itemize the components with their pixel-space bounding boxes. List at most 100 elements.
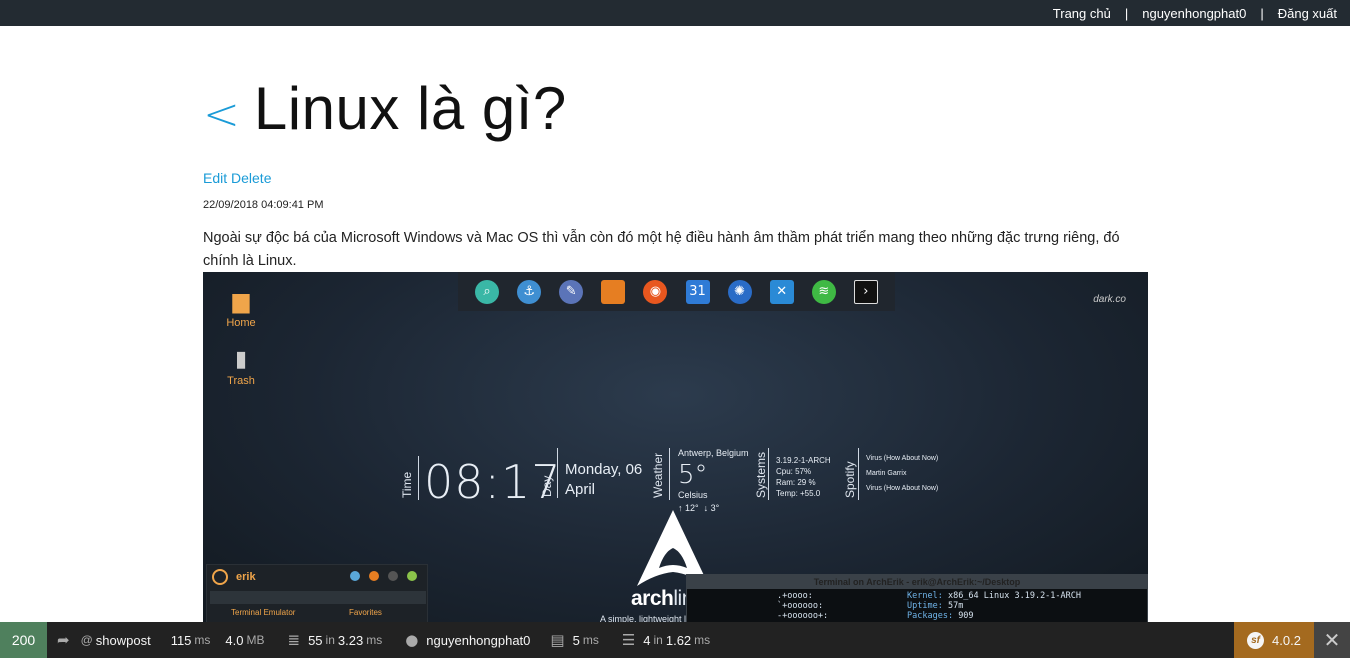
back-link[interactable]: < <box>203 89 240 140</box>
status-badge[interactable]: 200 <box>0 622 47 658</box>
memory-unit: MB <box>246 633 265 647</box>
route-at: @ <box>80 633 93 647</box>
edit-link[interactable]: Edit <box>203 170 227 186</box>
widget-time-label: Time <box>400 471 414 498</box>
user-icon: ● <box>405 631 419 649</box>
post-image: ⌕ ⚓ ✎ ◉ 31 ✺ ✕ ≋ › ▆ Home ▮ Trash dark.c… <box>203 272 1148 622</box>
terminal-value: x86_64 Linux 3.19.2-1-ARCH <box>947 591 1082 601</box>
desktop-icon-trash: ▮ Trash <box>216 346 266 387</box>
terminal-art: .+oooo: <box>777 591 813 601</box>
twig-value: 5 <box>572 632 580 648</box>
share-arrow-icon: ➦ <box>57 631 70 649</box>
search-icon: ⌕ <box>475 279 500 304</box>
terminal-icon: › <box>853 279 878 304</box>
terminal-art: -+oooooo+: <box>777 611 829 621</box>
cache-unit: ms <box>366 633 383 647</box>
terminal-key: Packages: <box>907 611 954 621</box>
user-item[interactable]: ● nguyenhongphat0 <box>395 622 540 658</box>
twig-item[interactable]: ▤ 5 ms <box>540 622 611 658</box>
widget-weather-label: Weather <box>651 452 665 498</box>
post-body: Ngoài sự độc bá của Microsoft Windows và… <box>203 230 1120 269</box>
top-navbar: Trang chủ | nguyenhongphat0 | Đăng xuất <box>0 0 1350 26</box>
weather-widget: Antwerp, Belgium 5° Celsius ↑ 12° ↓ 3° <box>678 448 749 513</box>
time-unit: ms <box>194 633 211 647</box>
debug-username: nguyenhongphat0 <box>426 632 531 648</box>
title-row: < Linux là gì? <box>203 74 567 144</box>
weather-temp: 5° <box>678 460 708 490</box>
weather-unit: Celsius <box>678 490 708 500</box>
day-display: Monday, 06 April <box>565 460 642 500</box>
menu-panel: erik Terminal Emulator Favorites <box>206 564 428 622</box>
spotify-line: Martin Garrix <box>866 470 907 477</box>
nav-separator: | <box>1124 6 1129 21</box>
day-line2: April <box>565 481 596 498</box>
database-item[interactable]: ☰ 4 in 1.62 ms <box>612 622 723 658</box>
arch-wordmark-bold: arch <box>631 587 674 610</box>
memory-value: 4.0 <box>225 632 244 648</box>
symfony-version[interactable]: sf 4.0.2 <box>1234 622 1314 658</box>
route-name: showpost <box>95 632 151 648</box>
sys-kernel: 3.19.2-1-ARCH <box>776 456 831 465</box>
firefox-icon: ◉ <box>643 279 668 304</box>
version-text: 4.0.2 <box>1272 632 1301 648</box>
db-in: in <box>653 633 663 647</box>
close-toolbar-button[interactable]: ✕ <box>1314 622 1350 658</box>
anchor-icon: ⚓ <box>517 279 542 304</box>
divider <box>418 456 419 500</box>
x-icon: ✕ <box>769 279 794 304</box>
sys-cpu: Cpu: 57% <box>776 467 812 476</box>
time-value: 115 <box>170 632 192 648</box>
info-icon <box>388 571 398 581</box>
spotify-widget: Virus (How About Now) Martin Garrix Viru… <box>866 451 938 496</box>
nav-home-link[interactable]: Trang chủ <box>1053 6 1111 21</box>
dock: ⌕ ⚓ ✎ ◉ 31 ✺ ✕ ≋ › <box>458 272 895 311</box>
spotify-icon: ≋ <box>811 279 836 304</box>
terminal-art: `+oooooo: <box>777 601 824 611</box>
time-item[interactable]: 115 ms <box>161 622 224 658</box>
cache-time: 3.23 <box>337 632 364 648</box>
db-unit: ms <box>694 633 711 647</box>
terminal-key: Uptime: <box>907 601 943 611</box>
app-icon: ✺ <box>727 279 752 304</box>
db-time: 1.62 <box>665 632 692 648</box>
trash-icon: ▮ <box>234 346 248 371</box>
spotify-line: Virus (How About Now) <box>866 485 939 492</box>
delete-link[interactable]: Delete <box>231 170 271 186</box>
twig-unit: ms <box>582 633 599 647</box>
divider <box>768 448 769 500</box>
calendar-icon: 31 <box>685 279 710 304</box>
post-date: 22/09/2018 04:09:41 PM <box>203 199 324 211</box>
brandmark: dark.co <box>1093 294 1126 305</box>
memory-item[interactable]: 4.0 MB <box>223 622 277 658</box>
systems-widget: 3.19.2-1-ARCH Cpu: 57% Ram: 29 % Temp: +… <box>776 455 831 499</box>
top-nav-links: Trang chủ | nguyenhongphat0 | Đăng xuất <box>1053 6 1337 21</box>
widget-day-label: Day <box>540 475 554 497</box>
desktop-icon-label: Home <box>226 317 256 329</box>
panel-menu-item: Favorites <box>349 608 382 617</box>
post-actions: Edit Delete <box>203 170 271 186</box>
route-item[interactable]: ➦ @ showpost <box>47 622 161 658</box>
user-avatar-icon <box>212 569 228 585</box>
sys-temp: Temp: +55.0 <box>776 489 821 498</box>
template-icon: ▤ <box>550 631 565 649</box>
widget-spotify-label: Spotify <box>843 461 857 498</box>
widget-systems-label: Systems <box>754 451 768 498</box>
sys-ram: Ram: 29 % <box>776 478 816 487</box>
terminal-window: Terminal on ArchErik - erik@ArchErik:~/D… <box>686 574 1148 622</box>
terminal-title: Terminal on ArchErik - erik@ArchErik:~/D… <box>687 575 1147 589</box>
panel-search <box>210 591 426 604</box>
spotify-line: Virus (How About Now) <box>866 455 939 462</box>
database-icon: ☰ <box>621 631 636 649</box>
divider <box>669 448 670 500</box>
nav-logout-link[interactable]: Đăng xuất <box>1278 6 1337 21</box>
terminal-value: 57m <box>947 601 964 611</box>
cache-item[interactable]: ≣ 55 in 3.23 ms <box>278 622 396 658</box>
panel-username: erik <box>236 571 256 583</box>
cache-in: in <box>325 633 335 647</box>
nav-username-link[interactable]: nguyenhongphat0 <box>1142 6 1246 21</box>
symfony-logo-icon: sf <box>1247 631 1265 649</box>
layers-icon: ≣ <box>287 631 301 649</box>
divider <box>557 448 558 498</box>
panel-user: erik <box>212 569 256 585</box>
desktop-icon-label: Trash <box>227 375 255 387</box>
